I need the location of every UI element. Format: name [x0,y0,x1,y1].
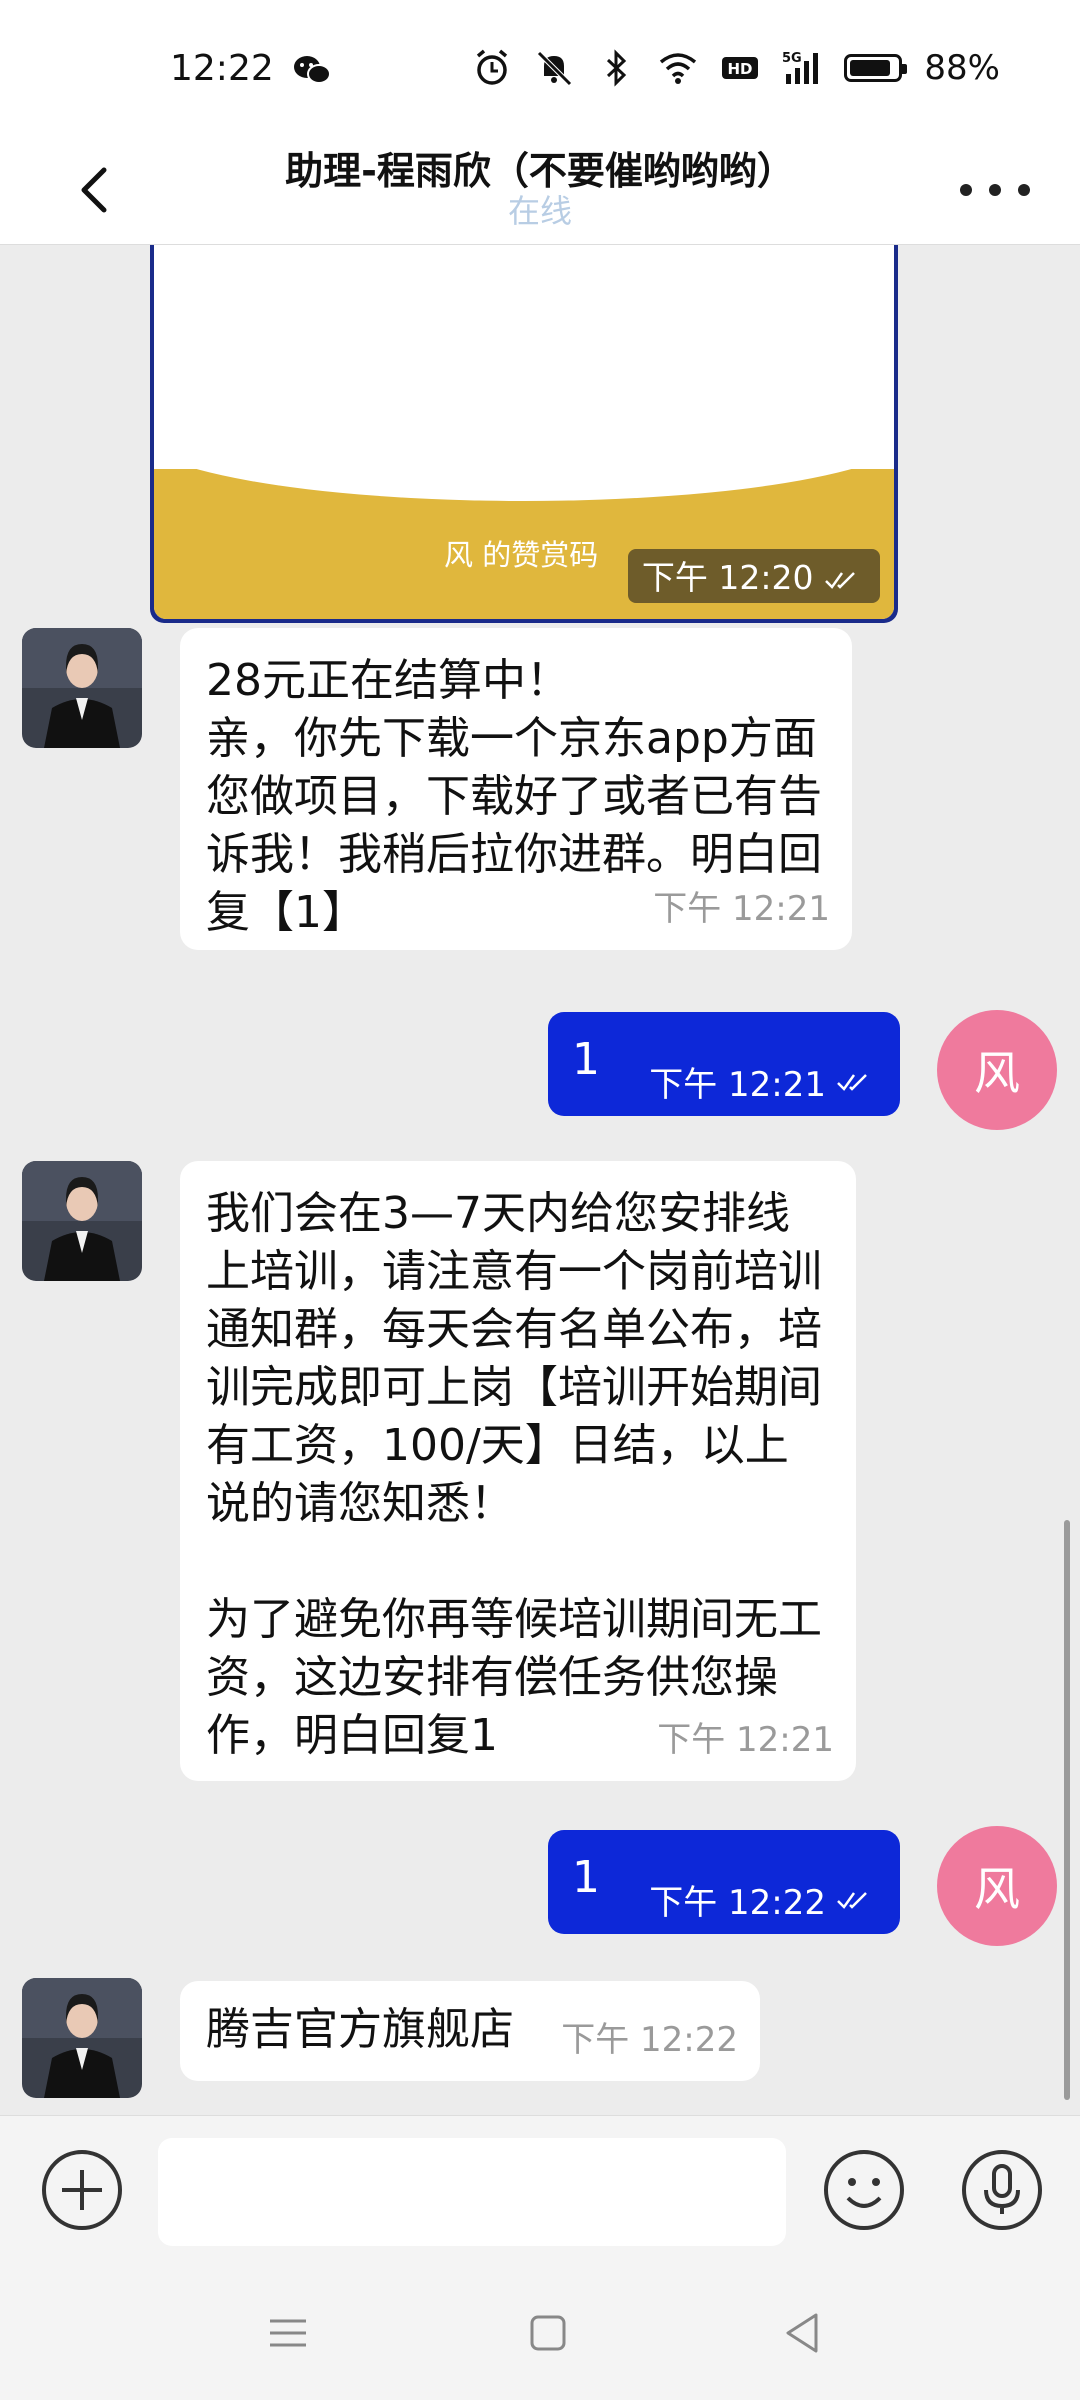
network-type: 5G [782,51,802,66]
back-triangle-icon[interactable] [782,2311,822,2355]
message-time: 下午 12:22 [649,1875,878,1924]
read-check-icon [837,1891,867,1909]
read-check-icon [837,1073,867,1091]
message-time: 下午 12:22 [561,2020,738,2060]
status-time: 12:22 [170,48,274,89]
status-icons: HD 5G 88% [472,48,1000,88]
wechat-icon [294,56,331,84]
system-nav-bar [0,2265,1080,2400]
battery-percent: 88% [924,48,1000,88]
bluetooth-icon [607,49,627,87]
message-time: 下午 12:20 [627,549,880,603]
self-avatar[interactable]: 风 [937,1826,1057,1946]
message-list[interactable]: 风 的赞赏码 下午 12:20 28元正在结算中！ 亲，你先下载一个京东app方… [0,245,1080,2115]
message-input[interactable] [158,2138,786,2246]
wifi-icon [660,53,697,84]
svg-text:HD: HD [728,60,753,78]
more-dots-icon[interactable] [960,170,1030,210]
message-bubble-outgoing[interactable]: 1 下午 12:21 [548,1012,900,1116]
scrollbar[interactable] [1064,1520,1070,2100]
message-text: 1 [572,1852,600,1903]
chat-header: 助理-程雨欣（不要催哟哟哟） 在线 [0,140,1080,245]
message-time: 下午 12:21 [657,1720,834,1760]
contact-avatar[interactable] [22,628,142,748]
input-bar [0,2115,1080,2266]
contact-avatar[interactable] [22,1161,142,1281]
reward-label: 风 的赞赏码 [444,538,599,572]
self-avatar[interactable]: 风 [937,1010,1057,1130]
contact-avatar[interactable] [22,1978,142,2098]
alarm-icon [477,49,508,85]
microphone-icon[interactable] [960,2148,1044,2232]
message-time: 下午 12:21 [653,889,830,929]
home-icon[interactable] [528,2313,568,2353]
hd-icon: HD [722,57,759,79]
signal-icon: 5G [782,51,819,84]
online-status: 在线 [507,192,572,230]
status-bar: 12:22 HD 5G 88% [0,0,1080,140]
emoji-icon[interactable] [822,2148,906,2232]
message-text: 我们会在3—7天内给您安排线上培训，请注意有一个岗前培训通知群，每天会有名单公布… [206,1188,822,1761]
battery-fill [850,60,891,76]
message-bubble-outgoing[interactable]: 1 下午 12:22 [548,1830,900,1934]
menu-icon[interactable] [268,2313,308,2353]
message-bubble-incoming[interactable]: 腾吉官方旗舰店 下午 12:22 [180,1981,760,2081]
message-time: 下午 12:21 [649,1057,878,1106]
mute-icon [537,51,573,86]
reward-code-image[interactable]: 风 的赞赏码 下午 12:20 [150,245,898,623]
battery-icon [844,54,908,82]
plus-icon[interactable] [40,2148,124,2232]
message-text: 1 [572,1034,600,1085]
read-check-icon [825,571,855,589]
message-bubble-incoming[interactable]: 我们会在3—7天内给您安排线上培训，请注意有一个岗前培训通知群，每天会有名单公布… [180,1161,856,1781]
message-bubble-incoming[interactable]: 28元正在结算中！ 亲，你先下载一个京东app方面您做项目，下载好了或者已有告诉… [180,628,852,950]
